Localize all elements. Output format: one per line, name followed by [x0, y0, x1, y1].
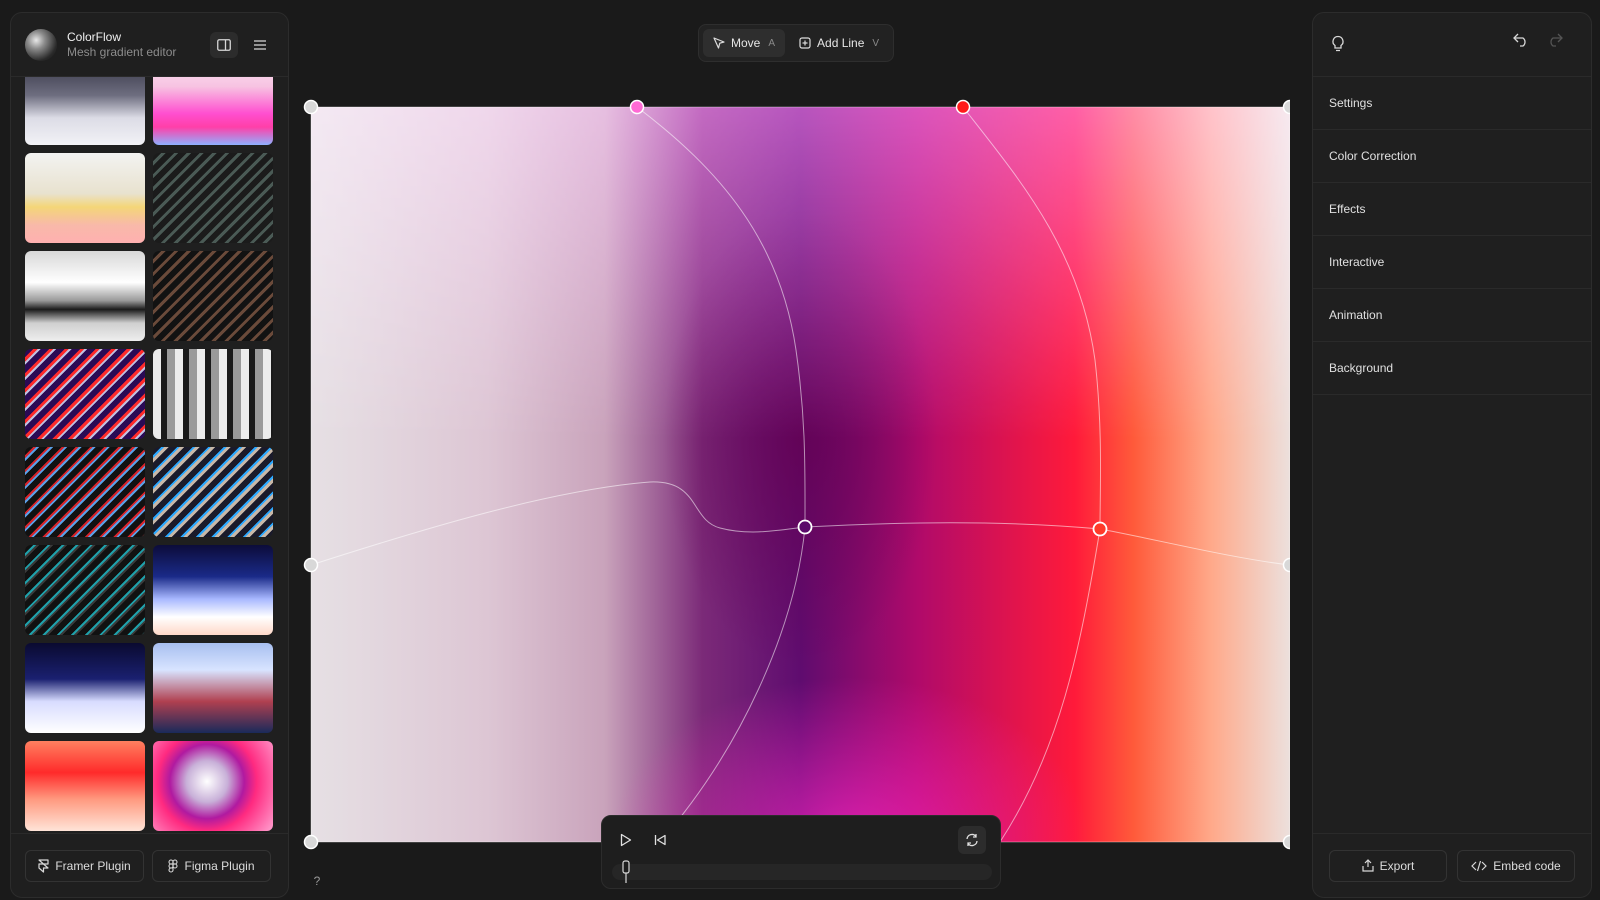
- mesh-handle-bottom-right[interactable]: [1282, 834, 1291, 850]
- preset-thumbnail-violet-red-stripes[interactable]: [25, 349, 145, 439]
- figma-plugin-label: Figma Plugin: [184, 858, 255, 873]
- preset-thumbnail-navy-snow[interactable]: [25, 643, 145, 733]
- skip-back-icon: [654, 834, 666, 846]
- preset-thumbnail-peach-hills[interactable]: [25, 153, 145, 243]
- right-panel-footer: Export Embed code: [1313, 833, 1591, 897]
- sidebar-icon: [217, 38, 231, 51]
- framer-plugin-label: Framer Plugin: [55, 858, 131, 873]
- mesh-handle-top-right[interactable]: [1282, 99, 1291, 115]
- mesh-handle-center-red[interactable]: [1092, 521, 1108, 537]
- toggle-sidebar-button[interactable]: [210, 31, 238, 58]
- lightbulb-icon[interactable]: [1331, 35, 1345, 53]
- cursor-icon: [713, 37, 725, 49]
- mesh-curve-vertical-1[interactable]: [636, 106, 806, 843]
- tool-switcher: Move A Add Line V: [698, 24, 895, 62]
- add-line-tool-label: Add Line: [817, 36, 865, 50]
- loop-icon: [966, 833, 978, 847]
- sidebar-footer: Framer Plugin Figma Plugin: [11, 833, 288, 897]
- animation-section[interactable]: Animation: [1313, 289, 1591, 342]
- embed-code-button[interactable]: Embed code: [1457, 849, 1575, 882]
- help-button[interactable]: ?: [309, 874, 325, 890]
- preset-thumbnail-pink-blue-wave[interactable]: [153, 77, 273, 145]
- mesh-handle-center-purple[interactable]: [797, 519, 813, 535]
- redo-icon[interactable]: [1547, 33, 1563, 47]
- export-button[interactable]: Export: [1329, 849, 1447, 882]
- play-button[interactable]: [612, 826, 640, 854]
- interactive-section[interactable]: Interactive: [1313, 236, 1591, 289]
- background-section[interactable]: Background: [1313, 342, 1591, 395]
- timeline-scrubber[interactable]: [622, 860, 630, 884]
- mesh-handle-mid-right[interactable]: [1282, 557, 1291, 573]
- preset-thumbnail-sky-red[interactable]: [153, 643, 273, 733]
- timeline-track[interactable]: [612, 860, 992, 883]
- move-tool-label: Move: [731, 36, 761, 50]
- right-panel: Settings Color Correction Effects Intera…: [1312, 12, 1592, 898]
- color-correction-section[interactable]: Color Correction: [1313, 130, 1591, 183]
- mesh-overlay: [303, 99, 1291, 850]
- embed-code-label: Embed code: [1493, 858, 1561, 873]
- app-title-block: ColorFlow Mesh gradient editor: [67, 30, 176, 60]
- settings-section[interactable]: Settings: [1313, 77, 1591, 130]
- gradient-canvas[interactable]: [300, 90, 1290, 860]
- mesh-curve-vertical-2[interactable]: [962, 106, 1102, 843]
- preset-thumbnail-orange-stripes[interactable]: [153, 251, 273, 341]
- thumbnail-grid: [25, 77, 275, 831]
- effects-section[interactable]: Effects: [1313, 183, 1591, 236]
- preset-thumbnail-dark-wave[interactable]: [25, 77, 145, 145]
- play-icon: [620, 833, 632, 847]
- preset-thumbnail-navy-cloud[interactable]: [153, 545, 273, 635]
- undo-icon[interactable]: [1513, 33, 1529, 47]
- preset-thumbnail-blue-stripes[interactable]: [153, 447, 273, 537]
- preset-thumbnail-red-coral[interactable]: [25, 741, 145, 831]
- preset-thumbnails: [25, 77, 275, 845]
- app-subtitle: Mesh gradient editor: [67, 44, 177, 59]
- add-line-icon: [799, 37, 811, 49]
- left-panel: ColorFlow Mesh gradient editor Framer Pl…: [10, 12, 289, 898]
- figma-plugin-button[interactable]: Figma Plugin: [152, 849, 271, 882]
- export-label: Export: [1379, 858, 1415, 873]
- figma-icon: [168, 858, 179, 873]
- framer-icon: [38, 858, 49, 873]
- mesh-handle-top-red[interactable]: [955, 99, 971, 115]
- mesh-handle-top-left[interactable]: [303, 99, 319, 115]
- mesh-handle-top-pink[interactable]: [629, 99, 645, 115]
- preset-thumbnail-white-fold[interactable]: [25, 251, 145, 341]
- add-line-tool-shortcut: V: [872, 37, 880, 49]
- rewind-button[interactable]: [646, 826, 674, 854]
- preset-thumbnail-teal-stripes[interactable]: [25, 545, 145, 635]
- framer-plugin-button[interactable]: Framer Plugin: [25, 849, 144, 882]
- mesh-handle-mid-left[interactable]: [303, 557, 319, 573]
- export-icon: [1362, 859, 1374, 872]
- app-logo: [25, 28, 57, 61]
- code-icon: [1471, 860, 1488, 871]
- animation-playbar: [601, 815, 1001, 889]
- move-tool-button[interactable]: Move A: [703, 29, 786, 57]
- add-line-tool-button[interactable]: Add Line V: [789, 29, 889, 57]
- move-tool-shortcut: A: [768, 37, 776, 49]
- preset-thumbnail-silver-drapes[interactable]: [153, 349, 273, 439]
- preset-thumbnail-mint-stripes[interactable]: [153, 153, 273, 243]
- mesh-handle-bottom-left[interactable]: [303, 834, 319, 850]
- menu-icon: [254, 39, 266, 50]
- app-name: ColorFlow: [67, 29, 122, 44]
- menu-button[interactable]: [246, 32, 274, 58]
- sidebar-header: ColorFlow Mesh gradient editor: [11, 13, 288, 77]
- loop-button[interactable]: [958, 826, 986, 854]
- preset-thumbnail-red-blue-stripes[interactable]: [25, 447, 145, 537]
- preset-thumbnail-pink-ring[interactable]: [153, 741, 273, 831]
- right-panel-header: [1313, 13, 1591, 77]
